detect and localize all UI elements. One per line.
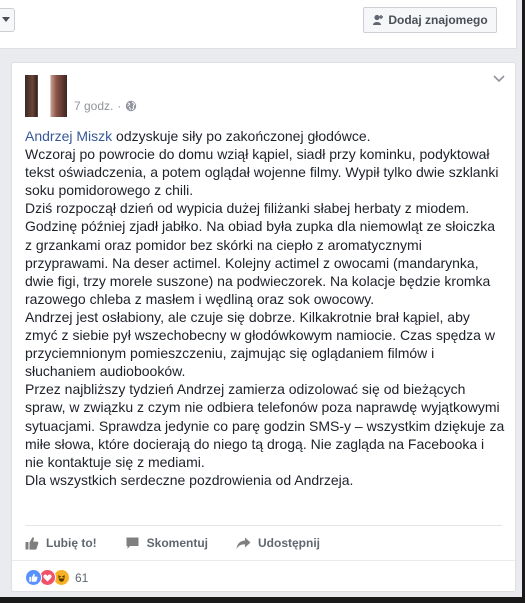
share-button[interactable]: Udostępnij xyxy=(236,536,320,550)
dropdown-button[interactable] xyxy=(0,8,15,32)
post-timestamp[interactable]: 7 godz. xyxy=(74,99,113,113)
share-label: Udostępnij xyxy=(258,536,320,550)
like-label: Lubię to! xyxy=(46,536,97,550)
post-paragraph: Dziś rozpoczął dzień od wypicia dużej fi… xyxy=(25,200,496,307)
thumbs-up-icon xyxy=(25,537,39,550)
post-paragraph: Wczoraj po powrocie do domu wziął kąpiel… xyxy=(25,146,499,199)
divider xyxy=(12,560,515,561)
post-options-chevron-icon[interactable] xyxy=(493,75,505,83)
add-friend-button[interactable]: Dodaj znajomego xyxy=(363,7,497,33)
comment-icon xyxy=(126,537,139,549)
post-actions: Lubię to! Skomentuj Udostępnij xyxy=(25,533,348,553)
reaction-count: 61 xyxy=(75,570,89,585)
comment-button[interactable]: Skomentuj xyxy=(125,536,208,550)
post-card: 7 godz. · Andrzej Miszk odzyskuje siły po… xyxy=(11,62,516,592)
share-arrow-icon xyxy=(236,537,251,549)
post-paragraph: Dla wszystkich serdeczne pozdrowienia od… xyxy=(25,471,354,488)
author-link[interactable]: Andrzej Miszk xyxy=(25,128,112,144)
reactions-summary[interactable]: 61 xyxy=(25,569,88,586)
globe-icon[interactable] xyxy=(125,100,137,112)
add-friend-label: Dodaj znajomego xyxy=(388,13,488,27)
post-meta: 7 godz. · xyxy=(74,99,137,113)
divider xyxy=(25,525,502,526)
post-paragraph: Andrzej Miszk odzyskuje siły po zakończo… xyxy=(25,128,371,144)
like-reaction-icon xyxy=(25,569,42,586)
post-paragraph: Przez najbliższy tydzień Andrzej zamierz… xyxy=(25,381,505,470)
post-paragraph: Andrzej jest osłabiony, ale czuje się do… xyxy=(25,308,495,380)
avatar[interactable] xyxy=(25,75,67,117)
add-friend-icon xyxy=(373,14,384,25)
chevron-down-icon xyxy=(2,17,10,22)
previous-card: Dodaj znajomego xyxy=(0,0,517,49)
comment-label: Skomentuj xyxy=(146,536,208,550)
meta-separator: · xyxy=(117,99,122,113)
window-edge-bottom xyxy=(0,597,525,603)
post-text: Andrzej Miszk odzyskuje siły po zakończo… xyxy=(25,127,505,489)
like-button[interactable]: Lubię to! xyxy=(25,536,97,550)
